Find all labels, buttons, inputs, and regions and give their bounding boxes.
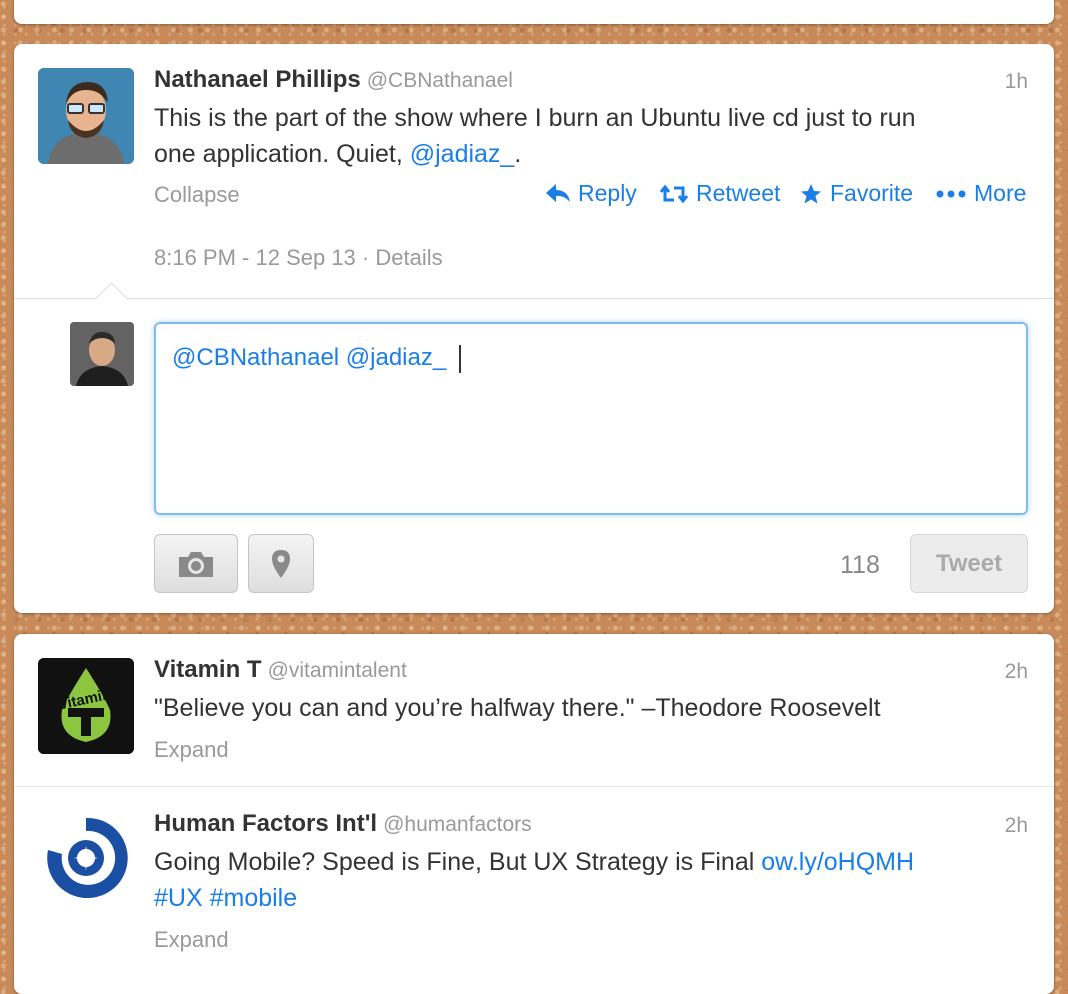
favorite-button[interactable]: Favorite <box>800 180 913 207</box>
tweet-text-line-1: Going Mobile? Speed is Fine, But UX Stra… <box>154 844 914 880</box>
retweet-label: Retweet <box>696 180 781 206</box>
tweet-button[interactable]: Tweet <box>910 534 1028 593</box>
hashtag-mobile[interactable]: #mobile <box>210 884 298 912</box>
avatar-nathanael[interactable] <box>38 68 134 164</box>
current-user-avatar[interactable] <box>70 322 134 386</box>
more-button[interactable]: More <box>936 180 1026 207</box>
reply-button[interactable]: Reply <box>546 180 637 207</box>
tweet-text-line-2: #UX #mobile <box>154 880 297 916</box>
tweet-text: "Believe you can and you’re halfway ther… <box>154 694 881 722</box>
star-icon <box>801 183 821 203</box>
author-handle[interactable]: @vitamintalent <box>268 659 407 682</box>
author-handle[interactable]: @humanfactors <box>383 813 532 836</box>
tweet-timestamp-row: 8:16 PM - 12 Sep 13 · Details <box>154 245 443 271</box>
author-handle[interactable]: @CBNathanael <box>367 69 513 92</box>
more-dots-icon <box>936 190 966 197</box>
expand-link[interactable]: Expand <box>154 927 229 953</box>
favorite-label: Favorite <box>830 180 914 206</box>
more-label: More <box>974 180 1027 206</box>
avatar-human-factors[interactable] <box>38 810 134 906</box>
add-location-button[interactable] <box>248 534 314 593</box>
tweet-separator <box>14 786 1054 787</box>
tweet-time[interactable]: 2h <box>1005 814 1028 838</box>
text-caret <box>458 344 461 373</box>
timeline-card: vitamin Vitamin T @vitamintalent 2h "Beli… <box>14 634 1054 994</box>
tweet-time[interactable]: 2h <box>1005 660 1028 684</box>
expanded-tweet-card: Nathanael Phillips @CBNathanael 1h This i… <box>14 44 1054 613</box>
tweet-time[interactable]: 1h <box>1005 70 1028 94</box>
mention-link[interactable]: @jadiaz_ <box>410 140 515 168</box>
tweet-text-line-1: This is the part of the show where I bur… <box>154 104 916 132</box>
author-name[interactable]: Nathanael Phillips @CBNathanael <box>154 66 513 94</box>
previous-tweet-card <box>14 0 1054 24</box>
hashtag-ux[interactable]: #UX <box>154 884 203 912</box>
retweet-icon <box>660 184 688 203</box>
tweet-text-segment: one application. Quiet, <box>154 140 410 168</box>
reply-text-value: @CBNathanael @jadiaz_ <box>172 344 453 371</box>
camera-icon <box>179 551 213 577</box>
collapse-link[interactable]: Collapse <box>154 182 240 208</box>
details-separator: · <box>355 245 376 270</box>
author-name[interactable]: Vitamin T @vitamintalent <box>154 656 407 684</box>
author-name-text[interactable]: Vitamin T <box>154 656 262 683</box>
url-link[interactable]: ow.ly/oHQMH <box>761 848 914 876</box>
tweet-text-segment: . <box>514 140 522 168</box>
reply-divider <box>14 298 1054 299</box>
author-name-text[interactable]: Nathanael Phillips <box>154 66 361 93</box>
retweet-button[interactable]: Retweet <box>660 180 780 207</box>
expand-link[interactable]: Expand <box>154 737 229 763</box>
add-photo-button[interactable] <box>154 534 238 593</box>
tweet-text-line-2: one application. Quiet, @jadiaz_. <box>154 136 521 172</box>
avatar-vitamin-t[interactable]: vitamin <box>38 658 134 754</box>
details-link[interactable]: Details <box>375 245 442 270</box>
reply-notch <box>95 282 128 315</box>
reply-text: @CBNathanael @jadiaz_ <box>172 344 461 373</box>
tweet-timestamp[interactable]: 8:16 PM - 12 Sep 13 <box>154 245 356 270</box>
character-counter: 118 <box>840 551 880 579</box>
location-pin-icon <box>272 549 290 578</box>
tweet-text-segment: Going Mobile? Speed is Fine, But UX Stra… <box>154 848 762 876</box>
author-name[interactable]: Human Factors Int'l @humanfactors <box>154 810 532 838</box>
reply-label: Reply <box>578 180 637 206</box>
reply-textarea[interactable]: @CBNathanael @jadiaz_ <box>154 322 1028 515</box>
reply-icon <box>546 183 570 202</box>
author-name-text[interactable]: Human Factors Int'l <box>154 810 377 837</box>
